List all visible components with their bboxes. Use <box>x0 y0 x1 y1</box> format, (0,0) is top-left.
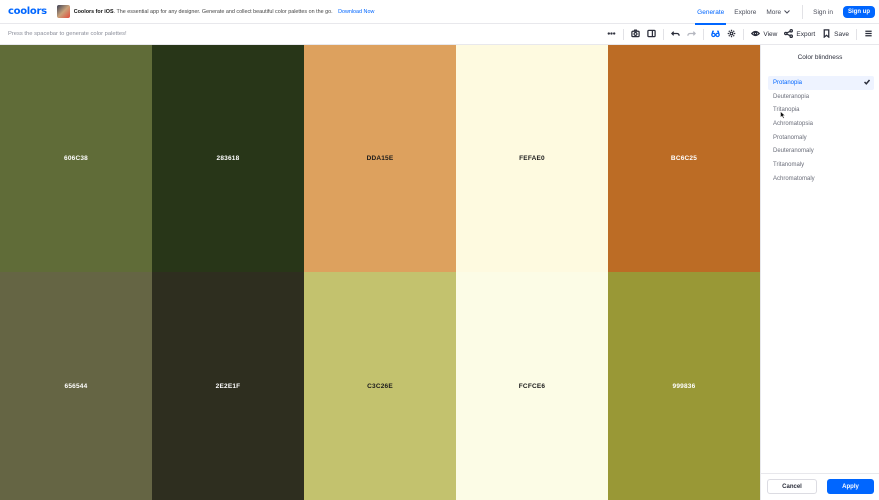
ios-app-thumbnail <box>56 5 70 18</box>
option-protanomaly[interactable]: Protanomaly <box>768 131 874 145</box>
nav-explore[interactable]: Explore <box>734 0 756 24</box>
color-blindness-button[interactable] <box>711 29 721 40</box>
toolbar-divider <box>703 29 705 40</box>
option-protanopia[interactable]: Protanopia <box>768 76 874 90</box>
mouse-cursor-icon <box>780 106 786 119</box>
color-swatch-original[interactable]: DDA15E <box>304 45 456 272</box>
share-icon <box>784 29 794 40</box>
toolbar: Press the spacebar to generate color pal… <box>0 24 879 45</box>
more-icon <box>607 29 616 40</box>
bookmark-icon <box>822 29 831 40</box>
nav-more[interactable]: More <box>766 0 790 24</box>
apply-button[interactable]: Apply <box>827 479 874 494</box>
palette: 606C38 656544 283618 2E2E1F DDA15E C3C26… <box>0 45 760 500</box>
signup-button[interactable]: Sign up <box>843 6 875 18</box>
view-button[interactable]: View <box>751 29 777 40</box>
undo-icon <box>671 29 681 40</box>
option-achromatopsia[interactable]: Achromatopsia <box>768 117 874 131</box>
coolors-logo[interactable]: coolors <box>8 6 47 17</box>
promo-title: Coolors for iOS <box>73 8 114 15</box>
redo-icon <box>687 29 697 40</box>
more-options-button[interactable] <box>607 29 616 40</box>
view-label: View <box>763 31 778 38</box>
option-label: Achromatopsia <box>773 120 814 127</box>
toolbar-actions: View Export Save <box>600 24 873 45</box>
option-label: Deuteranomaly <box>773 148 814 155</box>
top-nav: coolors Coolors for iOS. The essential a… <box>0 0 879 25</box>
color-swatch-simulated[interactable]: 656544 <box>0 272 152 500</box>
nav-signin[interactable]: Sign in <box>813 0 833 24</box>
palette-column: FEFAE0 FCFCE6 <box>456 45 608 500</box>
color-swatch-simulated[interactable]: FCFCE6 <box>456 272 608 500</box>
glasses-icon <box>711 29 721 40</box>
option-label: Tritanopia <box>773 107 800 114</box>
panel-footer: Cancel Apply <box>761 473 879 500</box>
undo-button[interactable] <box>671 29 681 40</box>
spacebar-hint: Press the spacebar to generate color pal… <box>8 31 127 37</box>
color-swatch-original[interactable]: FEFAE0 <box>456 45 608 272</box>
nav-right: Generate Explore More Sign in Sign up <box>695 0 875 25</box>
palette-column: 606C38 656544 <box>0 45 152 500</box>
toolbar-divider <box>743 29 745 40</box>
nav-more-label: More <box>766 8 782 16</box>
menu-icon <box>864 29 873 40</box>
toggle-sidebar-button[interactable] <box>647 29 657 40</box>
nav-generate[interactable]: Generate <box>695 0 727 25</box>
color-swatch-original[interactable]: 283618 <box>152 45 304 272</box>
option-tritanomaly[interactable]: Tritanomaly <box>768 158 874 172</box>
nav-divider <box>802 5 804 19</box>
save-label: Save <box>834 31 849 38</box>
option-label: Deuteranopia <box>773 93 810 100</box>
palette-column: BC6C25 999836 <box>608 45 760 500</box>
screenshot-button[interactable] <box>631 29 641 40</box>
option-label: Tritanomaly <box>773 161 805 168</box>
color-swatch-original[interactable]: BC6C25 <box>608 45 760 272</box>
option-achromatomaly[interactable]: Achromatomaly <box>768 172 874 186</box>
export-label: Export <box>796 31 816 38</box>
settings-button[interactable] <box>727 29 736 40</box>
toolbar-divider <box>663 29 665 40</box>
color-blindness-panel: Color blindness Protanopia Deuteranopia … <box>760 45 879 500</box>
palette-column: DDA15E C3C26E <box>304 45 456 500</box>
promo-text: The essential app for any designer. Gene… <box>116 8 333 15</box>
settings-icon <box>727 29 736 40</box>
option-deuteranopia[interactable]: Deuteranopia <box>768 90 874 104</box>
eye-icon <box>751 29 761 40</box>
download-now-link[interactable]: Download Now <box>338 9 374 15</box>
toolbar-divider <box>623 29 625 40</box>
save-button[interactable]: Save <box>822 29 849 40</box>
sidebar-icon <box>647 29 657 40</box>
palette-column: 283618 2E2E1F <box>152 45 304 500</box>
panel-title: Color blindness <box>797 54 843 61</box>
option-deuteranomaly[interactable]: Deuteranomaly <box>768 144 874 158</box>
redo-button[interactable] <box>687 29 697 40</box>
option-label: Protanopia <box>773 79 803 86</box>
check-icon <box>863 79 871 85</box>
option-label: Achromatomaly <box>773 175 815 182</box>
chevron-down-icon <box>784 9 790 16</box>
color-blindness-list: Protanopia Deuteranopia Tritanopia Achro… <box>768 76 874 186</box>
toolbar-divider <box>856 29 857 40</box>
export-button[interactable]: Export <box>784 29 815 40</box>
color-swatch-simulated[interactable]: 2E2E1F <box>152 272 304 500</box>
color-swatch-simulated[interactable]: 999836 <box>608 272 760 500</box>
option-label: Protanomaly <box>773 134 807 141</box>
promo-banner: Coolors for iOS. The essential app for a… <box>73 8 375 15</box>
color-swatch-original[interactable]: 606C38 <box>0 45 152 272</box>
color-swatch-simulated[interactable]: C3C26E <box>304 272 456 500</box>
camera-icon <box>631 29 641 40</box>
menu-button[interactable] <box>864 29 873 40</box>
cancel-button[interactable]: Cancel <box>767 479 817 494</box>
